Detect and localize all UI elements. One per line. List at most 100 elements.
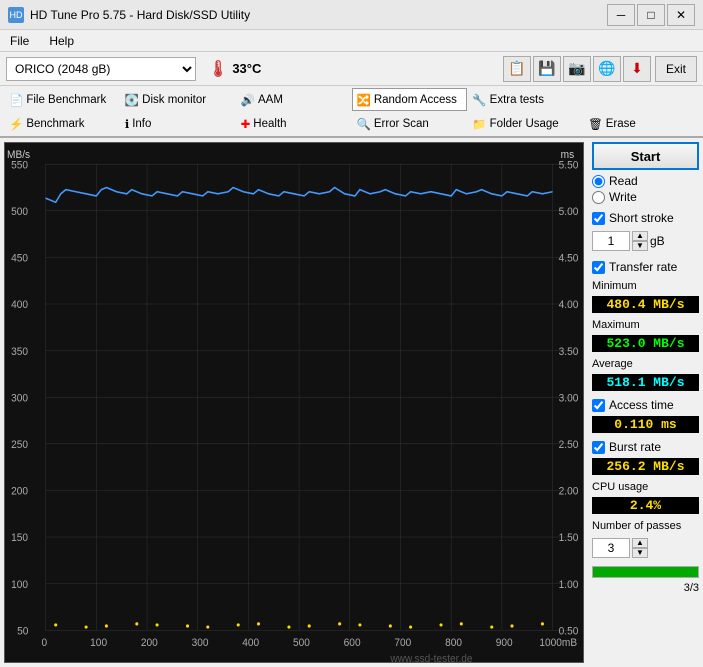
disk-monitor-icon: 💽 <box>125 93 139 107</box>
minimum-label: Minimum <box>592 280 699 292</box>
progress-label: 3/3 <box>592 582 699 594</box>
random-access-icon: 🔀 <box>357 93 371 107</box>
toolbar-btn-3[interactable]: 📷 <box>563 56 591 82</box>
svg-text:500: 500 <box>293 638 310 649</box>
passes-up[interactable]: ▲ <box>632 538 648 548</box>
start-button[interactable]: Start <box>592 142 699 170</box>
tab-erase[interactable]: 🗑 Erase <box>583 112 699 135</box>
passes-label: Number of passes <box>592 520 699 532</box>
write-radio[interactable]: Write <box>592 190 699 204</box>
toolbar-btn-4[interactable]: 🌐 <box>593 56 621 82</box>
main-content: 550 500 450 400 350 300 250 200 150 100 … <box>0 138 703 667</box>
svg-text:ms: ms <box>561 150 575 161</box>
average-value: 518.1 MB/s <box>592 374 699 391</box>
svg-text:4.50: 4.50 <box>559 253 579 264</box>
read-radio[interactable]: Read <box>592 174 699 188</box>
svg-text:100: 100 <box>90 638 107 649</box>
passes-spinbox[interactable] <box>592 538 630 558</box>
tab-random-access[interactable]: 🔀 Random Access <box>352 88 468 111</box>
minimum-value: 480.4 MB/s <box>592 296 699 313</box>
svg-text:0: 0 <box>42 638 48 649</box>
minimize-button[interactable]: ─ <box>607 4 635 26</box>
benchmark-icon: ⚡ <box>9 117 23 131</box>
short-stroke-checkbox[interactable]: Short stroke <box>592 211 699 225</box>
maximum-value: 523.0 MB/s <box>592 335 699 352</box>
toolbar-btn-5[interactable]: ⬇ <box>623 56 651 82</box>
svg-text:5.50: 5.50 <box>559 160 579 171</box>
right-panel: Start Read Write Short stroke ▲ ▼ gB <box>588 138 703 667</box>
average-label: Average <box>592 358 699 370</box>
progress-bar-fill <box>593 567 698 577</box>
benchmark-chart: 550 500 450 400 350 300 250 200 150 100 … <box>5 143 583 662</box>
svg-text:300: 300 <box>192 638 209 649</box>
svg-text:4.00: 4.00 <box>559 300 579 311</box>
short-stroke-down[interactable]: ▼ <box>632 241 648 251</box>
error-scan-icon: 🔍 <box>357 117 371 131</box>
toolbar-btn-1[interactable]: 📋 <box>503 56 531 82</box>
write-radio-input[interactable] <box>592 191 605 204</box>
toolbar: ORICO (2048 gB) 🌡 33°C 📋 💾 📷 🌐 ⬇ Exit <box>0 52 703 86</box>
tab-aam-label: AAM <box>258 94 283 106</box>
transfer-rate-checkbox[interactable]: Transfer rate <box>592 260 699 274</box>
svg-text:1000mB: 1000mB <box>539 638 577 649</box>
transfer-rate-input[interactable] <box>592 261 605 274</box>
svg-text:600: 600 <box>344 638 361 649</box>
short-stroke-up[interactable]: ▲ <box>632 231 648 241</box>
access-time-input[interactable] <box>592 399 605 412</box>
short-stroke-input[interactable] <box>592 212 605 225</box>
tab-empty-1 <box>583 88 699 111</box>
read-radio-input[interactable] <box>592 175 605 188</box>
passes-down[interactable]: ▼ <box>632 548 648 558</box>
chart-area: 550 500 450 400 350 300 250 200 150 100 … <box>4 142 584 663</box>
svg-text:900: 900 <box>496 638 513 649</box>
title-bar: HD HD Tune Pro 5.75 - Hard Disk/SSD Util… <box>0 0 703 30</box>
svg-text:MB/s: MB/s <box>7 150 30 161</box>
tab-erase-label: Erase <box>606 118 636 130</box>
short-stroke-spinbox-row: ▲ ▼ gB <box>592 231 699 251</box>
tab-benchmark[interactable]: ⚡ Benchmark <box>4 112 120 135</box>
access-time-checkbox[interactable]: Access time <box>592 398 699 412</box>
tab-aam[interactable]: 🔊 AAM <box>236 88 352 111</box>
maximize-button[interactable]: □ <box>637 4 665 26</box>
svg-text:300: 300 <box>11 393 28 404</box>
burst-rate-checkbox[interactable]: Burst rate <box>592 440 699 454</box>
tab-error-scan[interactable]: 🔍 Error Scan <box>352 112 468 135</box>
tab-extra-tests[interactable]: 🔧 Extra tests <box>467 88 583 111</box>
menu-help[interactable]: Help <box>43 32 80 50</box>
svg-text:700: 700 <box>394 638 411 649</box>
svg-text:150: 150 <box>11 533 28 544</box>
tab-info[interactable]: ℹ Info <box>120 112 236 135</box>
svg-text:500: 500 <box>11 207 28 218</box>
tab-health[interactable]: ✚ Health <box>236 112 352 135</box>
window-title: HD Tune Pro 5.75 - Hard Disk/SSD Utility <box>30 8 250 22</box>
menu-file[interactable]: File <box>4 32 35 50</box>
extra-tests-icon: 🔧 <box>472 93 486 107</box>
close-button[interactable]: ✕ <box>667 4 695 26</box>
burst-rate-value: 256.2 MB/s <box>592 458 699 475</box>
tab-folder-usage-label: Folder Usage <box>490 118 559 130</box>
tab-file-benchmark[interactable]: 📄 File Benchmark <box>4 88 120 111</box>
short-stroke-spinbox[interactable] <box>592 231 630 251</box>
progress-bar-container <box>592 566 699 578</box>
tab-extra-tests-label: Extra tests <box>490 94 544 106</box>
exit-button[interactable]: Exit <box>655 56 697 82</box>
cpu-usage-label: CPU usage <box>592 481 699 493</box>
svg-text:3.00: 3.00 <box>559 393 579 404</box>
thermometer-icon: 🌡 <box>208 59 228 79</box>
drive-select[interactable]: ORICO (2048 gB) <box>6 57 196 81</box>
app-icon: HD <box>8 7 24 23</box>
toolbar-btn-2[interactable]: 💾 <box>533 56 561 82</box>
folder-usage-icon: 📁 <box>472 117 486 131</box>
health-icon: ✚ <box>241 117 251 131</box>
burst-rate-input[interactable] <box>592 441 605 454</box>
svg-text:450: 450 <box>11 253 28 264</box>
svg-text:200: 200 <box>11 486 28 497</box>
tab-folder-usage[interactable]: 📁 Folder Usage <box>467 112 583 135</box>
svg-text:5.00: 5.00 <box>559 207 579 218</box>
svg-text:50: 50 <box>17 626 29 637</box>
temperature-value: 33°C <box>232 61 261 76</box>
aam-icon: 🔊 <box>241 93 255 107</box>
tab-info-label: Info <box>132 118 151 130</box>
maximum-label: Maximum <box>592 319 699 331</box>
tab-disk-monitor[interactable]: 💽 Disk monitor <box>120 88 236 111</box>
